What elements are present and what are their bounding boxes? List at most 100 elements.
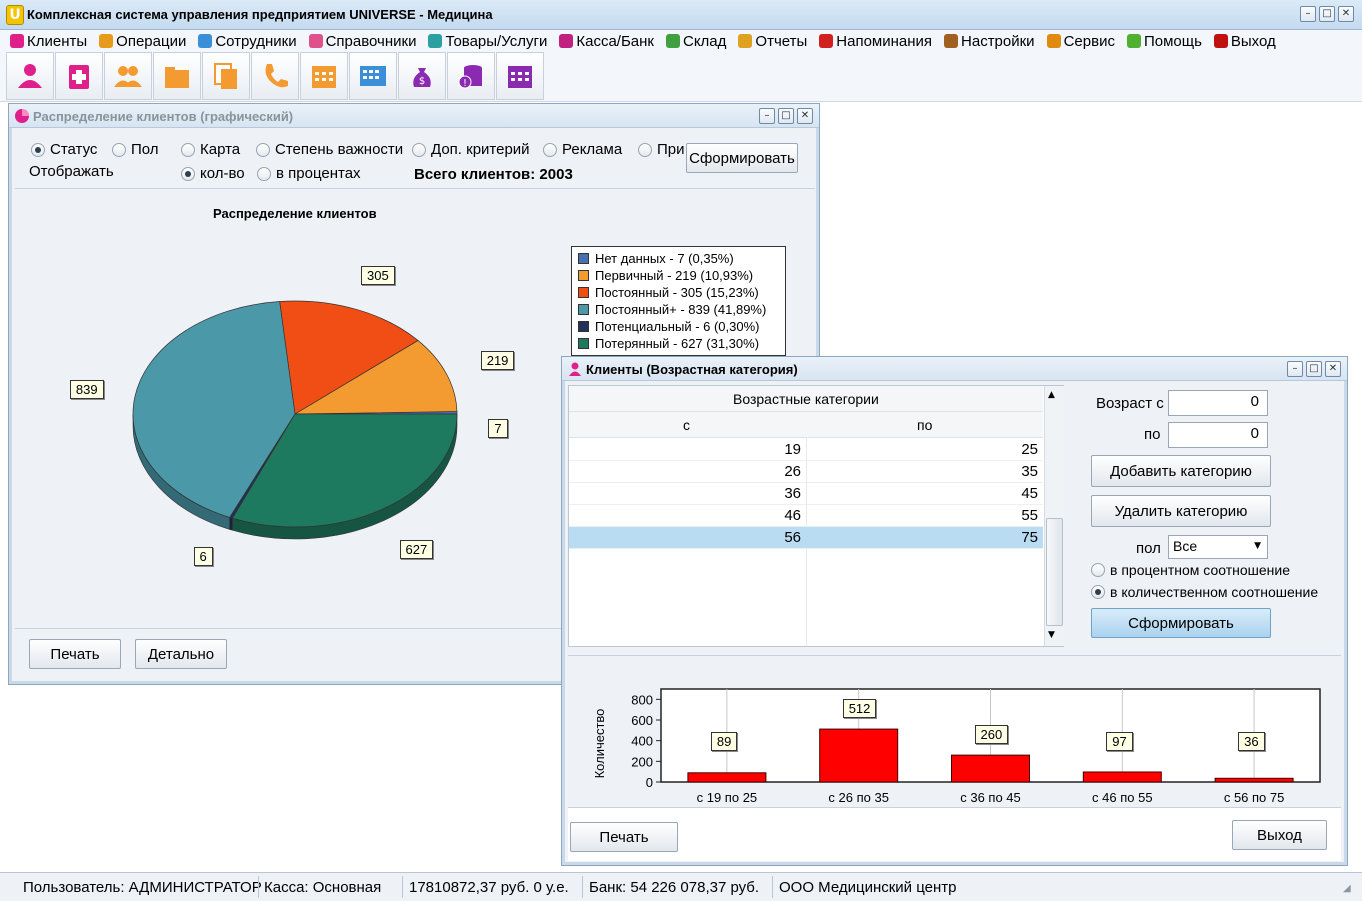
pie-slice-side xyxy=(229,517,233,531)
status-organization: ООО Медицинский центр xyxy=(779,879,957,896)
close-button[interactable]: ✕ xyxy=(1325,361,1341,377)
maximize-button[interactable]: □ xyxy=(778,108,794,124)
maximize-button[interactable]: □ xyxy=(1306,361,1322,377)
title-bar: U Комплексная система управления предпри… xyxy=(0,0,1362,30)
menu-item-report[interactable]: Отчеты xyxy=(738,33,807,50)
book-icon xyxy=(308,34,323,48)
column-header-from[interactable]: с xyxy=(683,417,690,433)
minimize-button[interactable]: – xyxy=(1287,361,1303,377)
menu-item-cash[interactable]: Касса/Банк xyxy=(559,33,654,50)
menu-item-gear[interactable]: Настройки xyxy=(944,33,1035,50)
menu-item-service[interactable]: Сервис xyxy=(1046,33,1115,50)
toolbar-button-4[interactable] xyxy=(202,52,250,100)
minimize-button[interactable]: – xyxy=(759,108,775,124)
form-button[interactable]: Сформировать xyxy=(686,143,798,173)
close-button[interactable]: ✕ xyxy=(797,108,813,124)
radio-percent-ratio[interactable]: в процентном соотношение xyxy=(1091,562,1290,578)
print-button[interactable]: Печать xyxy=(570,822,678,852)
goods-icon xyxy=(428,34,443,48)
status-sum: 17810872,37 руб. 0 у.е. xyxy=(409,879,569,896)
table-row[interactable]: 26 35 xyxy=(569,461,1043,483)
toolbar-button-3[interactable] xyxy=(153,52,201,100)
minimize-button[interactable]: – xyxy=(1300,6,1316,22)
toolbar-button-1[interactable] xyxy=(55,52,103,100)
toolbar-button-10[interactable] xyxy=(496,52,544,100)
scroll-down-icon[interactable]: ▼ xyxy=(1048,630,1055,640)
radio-criterion-5[interactable]: Реклама xyxy=(543,141,622,158)
table-scrollbar[interactable]: ▲ ▼ xyxy=(1044,386,1064,646)
money-bag-icon: $ xyxy=(413,68,431,87)
group-icon xyxy=(114,66,142,87)
radio-criterion-6[interactable]: При xyxy=(638,141,685,158)
detail-button[interactable]: Детально xyxy=(135,639,227,669)
age-window-title: Клиенты (Возрастная категория) xyxy=(586,362,798,377)
print-button[interactable]: Печать xyxy=(29,639,121,669)
total-clients: Всего клиентов: 2003 xyxy=(414,166,573,183)
age-window: Клиенты (Возрастная категория) – □ ✕ Воз… xyxy=(561,356,1348,866)
table-row[interactable]: 36 45 xyxy=(569,483,1043,505)
menu-item-user[interactable]: Клиенты xyxy=(10,33,87,50)
age-to-input[interactable]: 0 xyxy=(1168,422,1268,448)
medical-card-icon xyxy=(69,65,89,89)
bar-value-label: 512 xyxy=(842,699,877,719)
menu-item-operations[interactable]: Операции xyxy=(99,33,186,50)
form-button[interactable]: Сформировать xyxy=(1091,608,1271,638)
menu-item-goods[interactable]: Товары/Услуги xyxy=(428,33,547,50)
exit-button[interactable]: Выход xyxy=(1232,820,1327,850)
maximize-button[interactable]: □ xyxy=(1319,6,1335,22)
exit-icon xyxy=(1213,34,1228,48)
toolbar-button-9[interactable]: ! xyxy=(447,52,495,100)
calendar-purple-icon xyxy=(508,66,532,88)
radio-criterion-3[interactable]: Степень важности xyxy=(256,141,403,158)
scroll-up-icon[interactable]: ▲ xyxy=(1048,390,1055,400)
status-cash: Касса: Основная xyxy=(264,879,382,896)
age-from-label: Возраст с xyxy=(1096,395,1164,412)
table-row[interactable]: 56 75 xyxy=(569,527,1043,549)
menu-bar: Клиенты Операции Сотрудники Справочники Това… xyxy=(0,30,1362,52)
pie-value-label: 219 xyxy=(480,350,515,370)
legend-entry: Постоянный+ - 839 (41,89%) xyxy=(578,301,779,318)
menu-item-staff[interactable]: Сотрудники xyxy=(198,33,297,50)
pie-value-label: 627 xyxy=(399,540,434,560)
radio-criterion-1[interactable]: Пол xyxy=(112,141,159,158)
toolbar-button-2[interactable] xyxy=(104,52,152,100)
toolbar-button-6[interactable] xyxy=(300,52,348,100)
toolbar-button-5[interactable] xyxy=(251,52,299,100)
status-bank: Банк: 54 226 078,37 руб. xyxy=(589,879,760,896)
menu-item-warehouse[interactable]: Склад xyxy=(665,33,726,50)
radio-criterion-2[interactable]: Карта xyxy=(181,141,240,158)
user-icon xyxy=(569,362,581,376)
sex-label: пол xyxy=(1136,540,1161,557)
table-row[interactable]: 19 25 xyxy=(569,439,1043,461)
menu-item-book[interactable]: Справочники xyxy=(308,33,416,50)
age-to-label: по xyxy=(1144,426,1161,443)
table-row[interactable]: 46 55 xyxy=(569,505,1043,527)
resize-grip-icon[interactable]: ◢ xyxy=(1343,883,1351,894)
radio-percent[interactable]: в процентах xyxy=(257,165,361,182)
menu-item-help[interactable]: Помощь xyxy=(1126,33,1202,50)
status-user: Пользователь: АДМИНИСТРАТОР xyxy=(23,879,262,896)
toolbar-button-0[interactable] xyxy=(6,52,54,100)
close-button[interactable]: ✕ xyxy=(1338,6,1354,22)
phone-icon xyxy=(265,64,288,88)
toolbar-button-8[interactable]: $ xyxy=(398,52,446,100)
bar xyxy=(951,754,1030,783)
menu-item-clock[interactable]: Напоминания xyxy=(819,33,932,50)
chevron-down-icon: ▼ xyxy=(1254,541,1261,551)
delete-category-button[interactable]: Удалить категорию xyxy=(1091,495,1271,527)
column-header-to[interactable]: по xyxy=(917,417,932,433)
radio-count-ratio[interactable]: в количественном соотношение xyxy=(1091,584,1318,600)
sex-select[interactable]: Все ▼ xyxy=(1168,535,1268,559)
add-category-button[interactable]: Добавить категорию xyxy=(1091,455,1271,487)
distribution-window-titlebar: Распределение клиентов (графический) – □… xyxy=(9,104,819,128)
radio-count[interactable]: кол-во xyxy=(181,165,245,182)
age-from-input[interactable]: 0 xyxy=(1168,390,1268,416)
chart-icon xyxy=(15,109,29,123)
toolbar-button-7[interactable] xyxy=(349,52,397,100)
distribution-window-title: Распределение клиентов (графический) xyxy=(33,109,294,124)
radio-criterion-4[interactable]: Доп. критерий xyxy=(412,141,530,158)
radio-criterion-0[interactable]: Статус xyxy=(31,141,97,158)
scroll-thumb[interactable] xyxy=(1046,518,1063,626)
menu-item-exit[interactable]: Выход xyxy=(1213,33,1276,50)
y-tick-label: 600 xyxy=(631,713,653,728)
